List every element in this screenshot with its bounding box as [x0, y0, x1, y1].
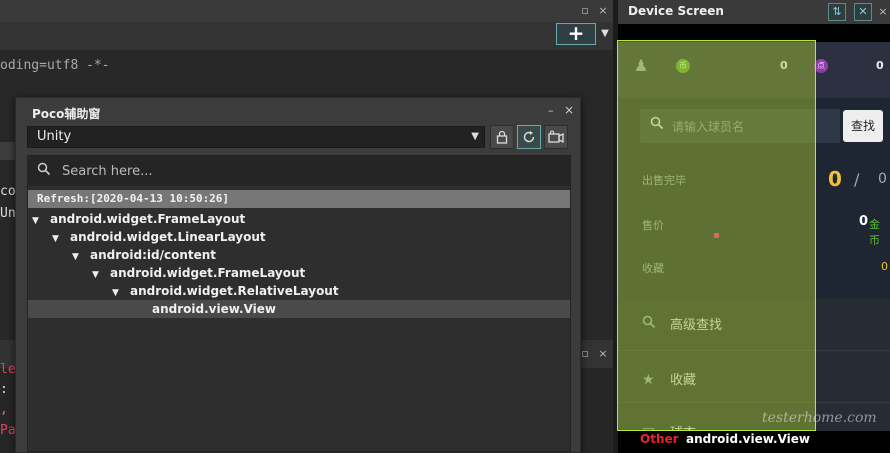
minimize-icon[interactable]: –: [548, 104, 554, 117]
tree-node[interactable]: ▼ android:id/content: [72, 246, 216, 264]
refresh-button[interactable]: [517, 125, 541, 149]
refresh-icon: [523, 131, 535, 143]
favorite-value: 0: [881, 260, 888, 273]
tree-node[interactable]: ▼ android.widget.RelativeLayout: [112, 282, 339, 300]
sold-separator: /: [854, 170, 860, 189]
restore-icon[interactable]: ▫: [578, 4, 592, 18]
editor-title-bar: ▫ ×: [0, 0, 613, 22]
price-unit: 金币: [869, 218, 880, 247]
sold-count: 0: [828, 167, 842, 191]
log-fragment: Pa: [0, 423, 16, 438]
tree-node-label: android:id/content: [90, 248, 217, 262]
log-fragment: le: [0, 362, 16, 377]
code-line: oding=utf8 -*-: [0, 58, 110, 73]
expand-arrow-icon[interactable]: ▼: [32, 212, 50, 230]
tree-node[interactable]: ▼ android.widget.LinearLayout: [52, 228, 266, 246]
screenshot-button[interactable]: [544, 125, 568, 149]
sold-total: 0: [878, 171, 887, 187]
search-input[interactable]: [62, 160, 552, 182]
point-badge: 点: [814, 59, 828, 73]
device-screen-header: Device Screen ⇅ ✕ ×: [618, 0, 890, 24]
tree-node-label: android.widget.LinearLayout: [70, 230, 266, 244]
device-screen-title: Device Screen: [628, 4, 724, 18]
tree-node-label: android.widget.RelativeLayout: [130, 284, 339, 298]
app-root: ▫ × + ▼ oding=utf8 -*- co Un ▫ × le : , …: [0, 0, 890, 453]
tree-node[interactable]: ▼ android.widget.FrameLayout: [92, 264, 305, 282]
add-dropdown-button[interactable]: ▼: [597, 23, 613, 45]
lock-icon: [496, 130, 508, 144]
code-fragment: co: [0, 184, 16, 199]
lock-button[interactable]: [490, 125, 514, 149]
tree-node-label: android.widget.FrameLayout: [50, 212, 246, 226]
close-icon[interactable]: ×: [564, 103, 574, 117]
tools-icon[interactable]: ✕: [854, 3, 872, 21]
node-type-label: Other: [640, 432, 679, 446]
poco-assistant-window: Poco辅助窗 – × Unity ▼ Search here... Refre…: [15, 97, 581, 453]
close-icon[interactable]: ×: [596, 4, 610, 18]
search-icon: [37, 162, 51, 180]
camera-icon: [548, 130, 564, 144]
tree-node[interactable]: ▼ android.widget.FrameLayout: [32, 210, 245, 228]
poco-window-title: Poco辅助窗: [32, 107, 101, 121]
chevron-down-icon: ▼: [471, 131, 479, 142]
close-icon[interactable]: ×: [596, 347, 610, 361]
tree-node-label: android.view.View: [152, 302, 277, 316]
watermark: testerhome.com: [762, 410, 877, 426]
expand-arrow-icon[interactable]: ▼: [52, 230, 70, 248]
tree-node-label: android.widget.FrameLayout: [110, 266, 306, 280]
log-fragment: :: [0, 382, 8, 397]
close-icon[interactable]: ×: [876, 5, 890, 19]
node-name-label: android.view.View: [686, 432, 811, 446]
tree-node-selected[interactable]: android.view.View: [28, 300, 570, 318]
mode-select[interactable]: Unity ▼: [27, 126, 485, 148]
point-value: 0: [876, 59, 884, 72]
hierarchy-tree-panel: Refresh:[2020-04-13 10:50:26] ▼android.w…: [27, 155, 571, 452]
refresh-timestamp: Refresh:[2020-04-13 10:50:26]: [28, 190, 570, 208]
price-value: 0: [859, 214, 869, 229]
orientation-icon[interactable]: ⇅: [828, 3, 846, 21]
editor-highlight-line: [0, 142, 15, 160]
expand-arrow-icon[interactable]: ▼: [72, 248, 90, 266]
editor-toolbar: [0, 22, 613, 50]
mode-select-value: Unity: [37, 129, 72, 144]
selected-node-highlight: [617, 40, 816, 431]
find-button[interactable]: 查找: [843, 110, 883, 142]
search-bar: [28, 156, 570, 186]
code-fragment: Un: [0, 206, 16, 221]
expand-arrow-icon[interactable]: ▼: [92, 266, 110, 284]
add-button[interactable]: +: [556, 23, 596, 45]
